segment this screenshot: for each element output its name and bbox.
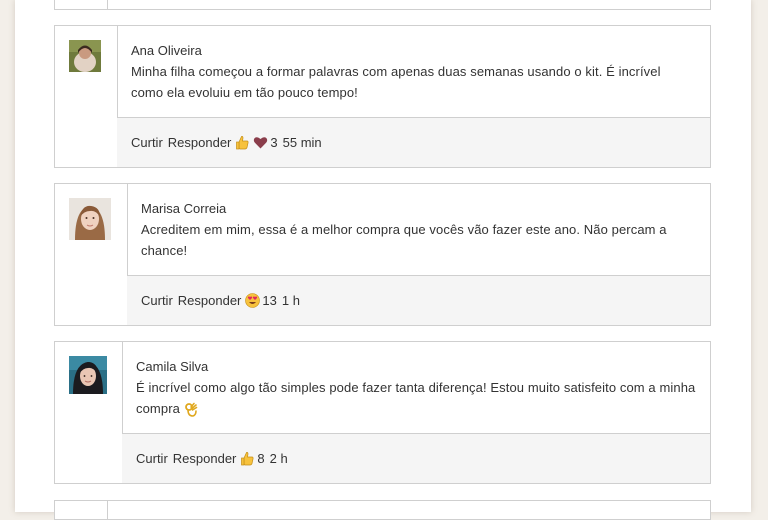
comment-body: Ana Oliveira Minha filha começou a forma… — [117, 26, 710, 167]
comment-body: Marisa Correia Acreditem em mim, essa é … — [127, 184, 710, 325]
comments-page: Ana Oliveira Minha filha começou a forma… — [15, 0, 751, 520]
thumbs-up-icon — [240, 451, 255, 466]
like-link[interactable]: Curtir — [141, 293, 173, 308]
avatar-divider — [107, 0, 108, 9]
avatar-divider — [107, 501, 108, 519]
reply-link[interactable]: Responder — [173, 451, 237, 466]
avatar-column — [55, 184, 128, 325]
comment-footer: Curtir Responder 13 1 h — [127, 275, 710, 325]
reaction-count[interactable]: 8 — [257, 451, 264, 466]
like-link[interactable]: Curtir — [131, 135, 163, 150]
comment-footer: Curtir Responder 3 55 min — [117, 117, 710, 167]
comment-footer: Curtir Responder 8 2 h — [122, 433, 710, 483]
heart-icon — [253, 135, 268, 150]
comment-card: Ana Oliveira Minha filha começou a forma… — [54, 25, 711, 168]
comment-card: Camila Silva É incrível como algo tão si… — [54, 341, 711, 484]
avatar[interactable] — [69, 356, 107, 394]
timestamp: 1 h — [281, 293, 300, 308]
timestamp: 55 min — [282, 135, 322, 150]
reaction-count[interactable]: 13 — [262, 293, 276, 308]
timestamp: 2 h — [269, 451, 288, 466]
reaction-count[interactable]: 3 — [270, 135, 277, 150]
avatar[interactable] — [69, 198, 111, 240]
thumbs-up-icon — [235, 135, 250, 150]
ok-hand-icon — [184, 402, 199, 417]
author-name[interactable]: Camila Silva — [136, 357, 696, 377]
comment-body: Camila Silva É incrível como algo tão si… — [122, 342, 710, 483]
heart-eyes-icon — [245, 293, 261, 308]
comment-text: Acreditem em mim, essa é a melhor compra… — [141, 222, 667, 258]
comment-text: É incrível como algo tão simples pode fa… — [136, 377, 696, 419]
next-comment-stub — [54, 500, 711, 520]
author-name[interactable]: Ana Oliveira — [131, 41, 696, 61]
like-link[interactable]: Curtir — [136, 451, 168, 466]
comment-content: Ana Oliveira Minha filha começou a forma… — [117, 26, 710, 103]
author-name[interactable]: Marisa Correia — [141, 199, 696, 219]
reply-link[interactable]: Responder — [168, 135, 232, 150]
avatar-column — [55, 342, 123, 483]
comment-content: Camila Silva É incrível como algo tão si… — [122, 342, 710, 419]
comment-text: Minha filha começou a formar palavras co… — [131, 64, 661, 100]
reply-link[interactable]: Responder — [178, 293, 242, 308]
comment-card: Marisa Correia Acreditem em mim, essa é … — [54, 183, 711, 326]
comment-content: Marisa Correia Acreditem em mim, essa é … — [127, 184, 710, 261]
comment-text-value: É incrível como algo tão simples pode fa… — [136, 380, 696, 416]
avatar-column — [55, 26, 118, 167]
previous-comment-stub — [54, 0, 711, 10]
avatar[interactable] — [69, 40, 101, 72]
